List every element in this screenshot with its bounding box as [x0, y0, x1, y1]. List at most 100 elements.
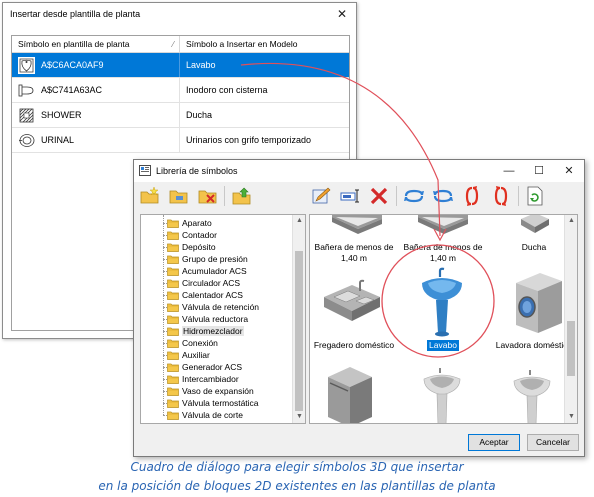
- table-row[interactable]: SHOWER Ducha: [12, 103, 349, 128]
- maximize-icon[interactable]: ☐: [524, 160, 554, 182]
- folder-icon: [167, 279, 182, 288]
- tree-item[interactable]: Grupo de presión: [163, 253, 248, 265]
- symbol-gallery[interactable]: Bañera de menos de 1,40 m Bañera de meno…: [309, 214, 578, 424]
- tree-item[interactable]: Depósito: [163, 241, 216, 253]
- washing-machine-icon[interactable]: [510, 271, 566, 335]
- tree-connector: [163, 379, 167, 380]
- sort-icon: ⁄: [172, 40, 174, 49]
- tree-item-label: Válvula de corte: [182, 410, 243, 420]
- pedestal-sink-icon[interactable]: [510, 367, 554, 424]
- dialog-title-bar[interactable]: Librería de símbolos — ☐ ✕: [134, 160, 584, 182]
- folder-icon: [167, 351, 182, 360]
- folder-icon: [167, 243, 182, 252]
- washbasin-plan-icon: [18, 56, 35, 74]
- tree-item[interactable]: Calentador ACS: [163, 289, 243, 301]
- new-folder-icon[interactable]: [138, 185, 162, 207]
- export-folder-icon[interactable]: [230, 185, 254, 207]
- plan-symbol-cell: SHOWER: [41, 110, 82, 120]
- cancel-button[interactable]: Cancelar: [527, 434, 579, 451]
- tree-item[interactable]: Circulador ACS: [163, 277, 240, 289]
- table-row[interactable]: A$C741A63AC Inodoro con cisterna: [12, 78, 349, 103]
- tree-connector: [163, 271, 167, 272]
- tree-connector: [163, 331, 167, 332]
- scrollbar-thumb[interactable]: [567, 321, 575, 376]
- tree-item[interactable]: Válvula reductora: [163, 313, 248, 325]
- tree-item-label: Hidromezclador: [182, 326, 244, 336]
- kitchen-sink-icon[interactable]: [320, 277, 384, 327]
- bathtub-icon[interactable]: [414, 215, 472, 235]
- rotate-vertical-icon[interactable]: [460, 185, 484, 207]
- tree-item[interactable]: Válvula de retención: [163, 301, 260, 313]
- category-tree[interactable]: ▲ ▼ Aparato Contador Depósito Grupo de pres…: [140, 214, 306, 424]
- scroll-up-icon[interactable]: ▲: [293, 215, 305, 227]
- delete-symbol-icon[interactable]: [367, 185, 391, 207]
- tree-item[interactable]: Hidromezclador: [163, 325, 244, 337]
- tree-connector: [163, 319, 167, 320]
- table-row[interactable]: URINAL Urinarios con grifo temporizado: [12, 128, 349, 153]
- dialog-title-bar[interactable]: Insertar desde plantilla de planta ✕: [3, 3, 356, 25]
- gallery-item[interactable]: Fregadero doméstico: [310, 340, 398, 351]
- folder-icon: [167, 327, 182, 336]
- scroll-down-icon[interactable]: ▼: [293, 411, 305, 423]
- tree-item-label: Grupo de presión: [182, 254, 248, 264]
- tree-item-label: Válvula de retención: [182, 302, 260, 312]
- model-symbol-cell: Ducha: [186, 110, 213, 120]
- tree-item[interactable]: Válvula de corte: [163, 409, 243, 421]
- scroll-down-icon[interactable]: ▼: [565, 411, 577, 423]
- column-header-plan-symbol[interactable]: Símbolo en plantilla de planta ⁄: [12, 36, 180, 52]
- library-app-icon: [139, 165, 151, 176]
- tree-item-label: Generador ACS: [182, 362, 243, 372]
- gallery-item[interactable]: Bañera de menos de 1,40 m: [310, 242, 398, 264]
- pedestal-sink-icon[interactable]: [420, 365, 464, 424]
- model-symbol-cell: Urinarios con grifo temporizado: [186, 135, 312, 145]
- folder-icon: [167, 231, 182, 240]
- rotate-horizontal-reverse-icon[interactable]: [431, 185, 455, 207]
- washbasin-icon[interactable]: [418, 267, 466, 337]
- tree-item[interactable]: Conexión: [163, 337, 218, 349]
- table-row[interactable]: A$C6ACA0AF9 Lavabo: [12, 53, 349, 78]
- scroll-up-icon[interactable]: ▲: [565, 215, 577, 227]
- folder-icon: [167, 375, 182, 384]
- plan-symbol-cell: URINAL: [41, 135, 75, 145]
- edit-symbol-icon[interactable]: [310, 185, 334, 207]
- folder-icon: [167, 291, 182, 300]
- tree-item[interactable]: Auxiliar: [163, 349, 210, 361]
- gallery-item[interactable]: Lavabo: [399, 340, 487, 351]
- column-header-model-symbol[interactable]: Símbolo a Insertar en Modelo: [180, 36, 298, 52]
- delete-folder-icon[interactable]: [196, 185, 220, 207]
- folder-icon: [167, 387, 182, 396]
- dishwasher-icon[interactable]: [324, 365, 376, 424]
- close-icon[interactable]: ✕: [554, 160, 584, 182]
- bathtub-icon[interactable]: [328, 215, 386, 235]
- tree-connector: [163, 247, 167, 248]
- folder-icon: [167, 411, 182, 420]
- shower-icon[interactable]: [515, 215, 555, 237]
- tree-item[interactable]: Intercambiador: [163, 373, 239, 385]
- model-symbol-cell: Inodoro con cisterna: [186, 85, 268, 95]
- refresh-icon[interactable]: [523, 185, 547, 207]
- rename-symbol-icon[interactable]: [339, 185, 363, 207]
- rotate-horizontal-icon[interactable]: [402, 185, 426, 207]
- tree-item[interactable]: Aparato: [163, 217, 212, 229]
- tree-item-label: Vaso de expansión: [182, 386, 254, 396]
- tree-item[interactable]: Generador ACS: [163, 361, 243, 373]
- folder-properties-icon[interactable]: [167, 185, 191, 207]
- folder-icon: [167, 339, 182, 348]
- tree-item[interactable]: Válvula termostática: [163, 397, 259, 409]
- tree-item[interactable]: Vaso de expansión: [163, 385, 254, 397]
- rotate-vertical-reverse-icon[interactable]: [489, 185, 513, 207]
- symbol-library-dialog: Librería de símbolos — ☐ ✕ ▲ ▼ Aparato C…: [133, 159, 585, 457]
- folder-icon: [167, 255, 182, 264]
- close-icon[interactable]: ✕: [334, 3, 350, 25]
- tree-connector: [163, 391, 167, 392]
- tree-scrollbar[interactable]: ▲ ▼: [292, 215, 305, 423]
- scrollbar-thumb[interactable]: [295, 251, 303, 411]
- tree-connector: [163, 415, 167, 416]
- gallery-item[interactable]: Bañera de menos de 1,40 m: [399, 242, 487, 264]
- tree-item[interactable]: Contador: [163, 229, 217, 241]
- accept-button[interactable]: Aceptar: [468, 434, 520, 451]
- gallery-scrollbar[interactable]: ▲ ▼: [564, 215, 577, 423]
- tree-item[interactable]: Acumulador ACS: [163, 265, 247, 277]
- folder-icon: [167, 219, 182, 228]
- minimize-icon[interactable]: —: [494, 160, 524, 182]
